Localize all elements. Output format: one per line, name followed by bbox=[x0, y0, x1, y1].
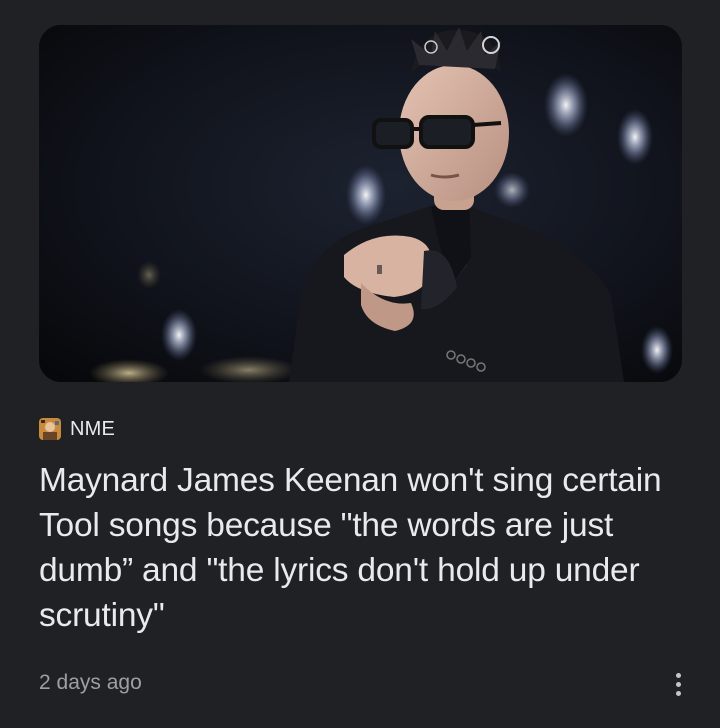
article-photo bbox=[39, 25, 682, 382]
more-vert-icon bbox=[675, 672, 681, 678]
more-vert-icon-dot bbox=[675, 690, 681, 696]
article-headline[interactable]: Maynard James Keenan won't sing certain … bbox=[39, 458, 679, 638]
source-name: NME bbox=[70, 417, 116, 440]
publisher-logo-icon bbox=[39, 418, 61, 440]
more-vert-icon-dot bbox=[675, 681, 681, 687]
more-options-button[interactable] bbox=[660, 664, 696, 704]
source-row: NME bbox=[39, 416, 115, 442]
news-card[interactable]: NME Maynard James Keenan won't sing cert… bbox=[0, 0, 720, 728]
article-image[interactable] bbox=[39, 25, 682, 382]
article-timestamp: 2 days ago bbox=[39, 671, 142, 694]
